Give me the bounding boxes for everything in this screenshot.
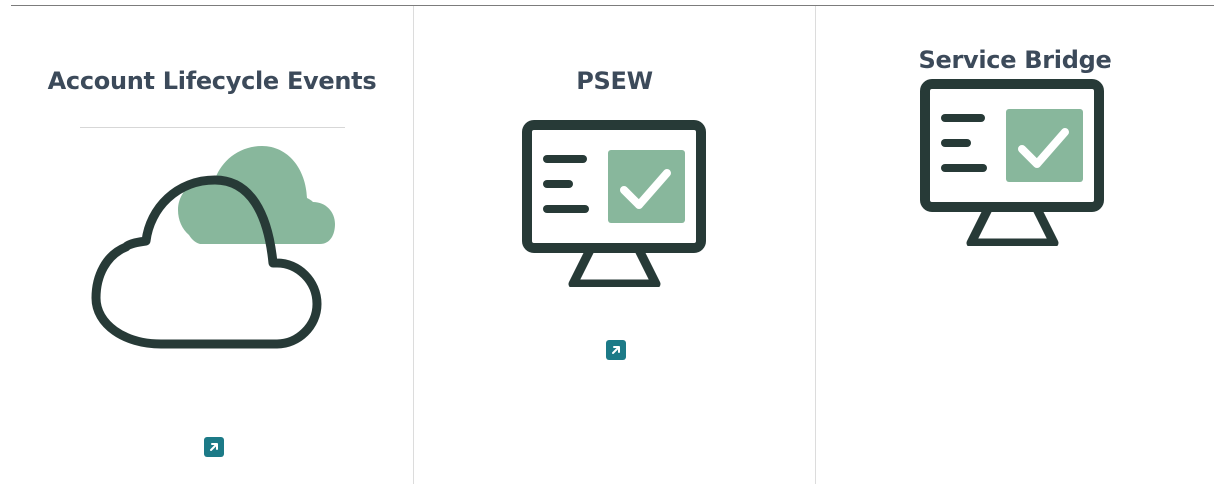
card-service-bridge: Service Bridge [816, 6, 1214, 484]
cloud-icon [90, 142, 336, 350]
card-title: Service Bridge [918, 46, 1112, 74]
external-link-button[interactable] [606, 340, 626, 360]
external-link-icon [612, 346, 620, 354]
card-title: PSEW [576, 67, 653, 95]
monitor-checklist-icon [919, 78, 1105, 246]
card-account-lifecycle-events: Account Lifecycle Events [11, 6, 413, 484]
monitor-checklist-icon [521, 119, 707, 287]
card-title: Account Lifecycle Events [47, 67, 377, 95]
title-divider [80, 127, 345, 128]
card-psew: PSEW [414, 6, 815, 484]
external-link-icon [210, 443, 218, 451]
external-link-button[interactable] [204, 437, 224, 457]
